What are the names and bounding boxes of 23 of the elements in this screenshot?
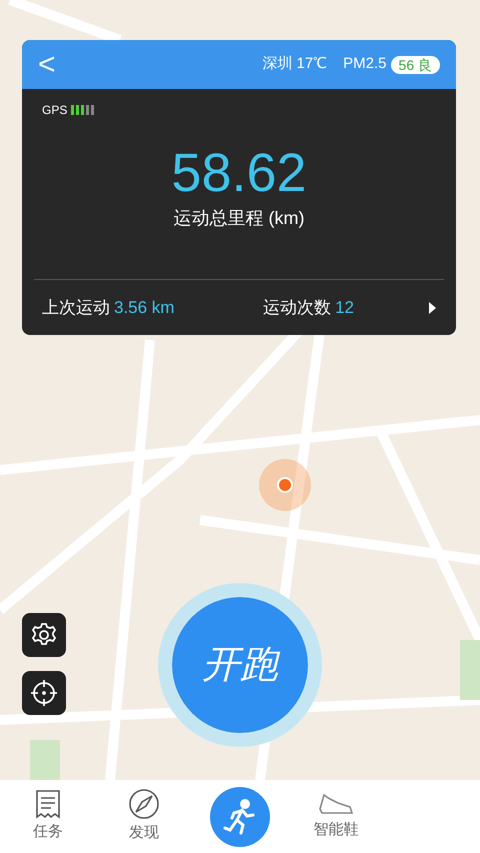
last-run-label: 上次运动 (42, 296, 110, 319)
tab-item[interactable]: 智能鞋 (288, 791, 384, 842)
last-run-value: 3.56 km (114, 296, 174, 319)
location-marker-icon (259, 459, 311, 511)
tab-item[interactable]: 发现 (96, 788, 192, 845)
total-distance: 58.62 (171, 143, 307, 204)
receipt-icon (35, 789, 61, 820)
compass-icon (128, 788, 160, 820)
pm-label: PM2.5 (343, 54, 387, 74)
total-distance-label: 运动总里程 (km) (174, 207, 304, 230)
crosshair-icon (30, 679, 58, 707)
locate-button[interactable] (22, 671, 66, 715)
run-count-label: 运动次数 (263, 296, 332, 319)
gps-label: GPS (42, 102, 68, 120)
weather-text: 深圳 17℃ (262, 54, 328, 74)
start-run-button[interactable]: 开跑 (158, 583, 322, 747)
settings-button[interactable] (22, 613, 66, 657)
chevron-right-icon[interactable] (429, 302, 436, 314)
back-button[interactable]: < (38, 50, 56, 80)
aqi-badge: 56 良 (390, 56, 440, 74)
settings-icon (31, 622, 57, 648)
tab-item[interactable]: 任务 (0, 789, 96, 844)
run-count-value: 12 (335, 296, 354, 319)
